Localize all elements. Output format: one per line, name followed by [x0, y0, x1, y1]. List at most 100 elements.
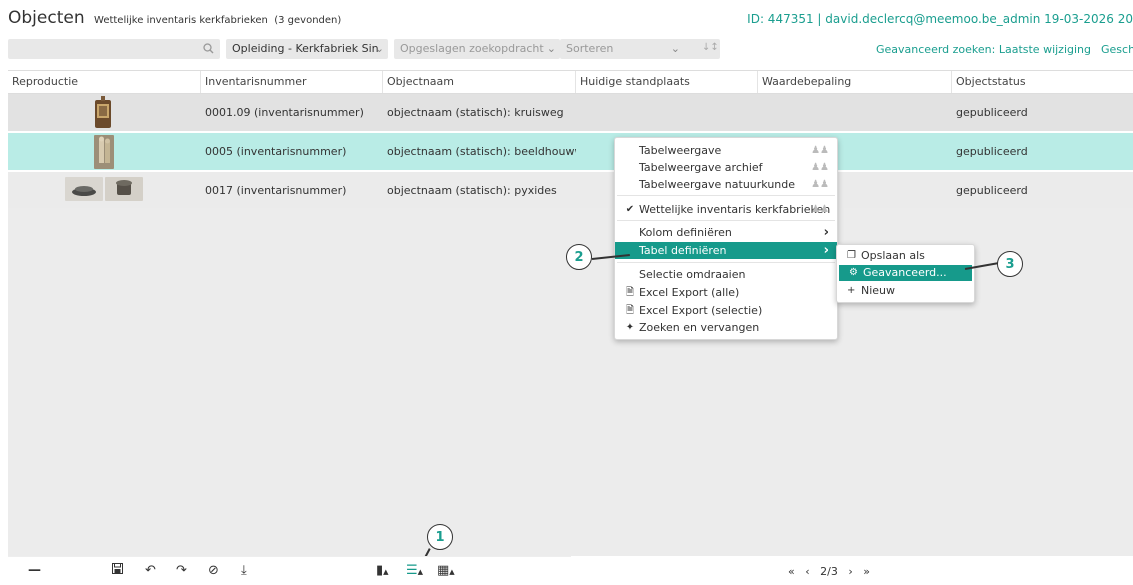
table-row[interactable]: 0017 (inventarisnummer) objectnaam (stat… — [8, 172, 1133, 208]
waardebepaling-cell — [758, 94, 952, 131]
gear-icon: ⚙ — [849, 267, 858, 278]
thumbnail-image[interactable] — [65, 177, 103, 201]
menu-item-label: Excel Export (selectie) — [639, 304, 763, 317]
saved-search-placeholder: Opgeslagen zoekopdracht — [400, 42, 544, 55]
objectnaam-cell: objectnaam (statisch): kruisweg — [387, 106, 564, 119]
users-icon: ♟♟ — [811, 162, 829, 173]
column-header-reproductie[interactable]: Reproductie — [8, 71, 201, 93]
menu-item-label: Wettelijke inventaris kerkfabrieken — [639, 203, 831, 216]
prev-page-icon[interactable]: ‹ — [805, 565, 809, 578]
result-count: (3 gevonden) — [274, 15, 342, 26]
sort-order-icon[interactable]: ↓↕ — [702, 42, 719, 53]
menu-item-label: Selectie omdraaien — [639, 268, 746, 281]
menu-item-kolom-definieren[interactable]: Kolom definiëren › — [615, 224, 837, 241]
column-header-standplaats[interactable]: Huidige standplaats — [576, 71, 758, 93]
column-header-inventarisnummer[interactable]: Inventarisnummer — [201, 71, 383, 93]
search-replace-icon: ✦ — [625, 322, 635, 333]
submenu-item-label: Nieuw — [861, 284, 896, 297]
menu-item-tabel-definieren[interactable]: Tabel definiëren › — [615, 242, 837, 259]
redo-icon[interactable]: ↷ — [176, 563, 187, 578]
user-info: ID: 447351 | david.declercq@meemoo.be_ad… — [747, 12, 1133, 26]
search-icon[interactable] — [203, 39, 214, 59]
menu-item-tabelweergave[interactable]: Tabelweergave ♟♟ — [615, 142, 837, 159]
chevron-down-icon: ⌄ — [546, 42, 556, 55]
submenu-item-geavanceerd[interactable]: ⚙ Geavanceerd... — [839, 265, 972, 281]
excel-file-icon: 🗎 — [625, 305, 635, 316]
save-icon[interactable] — [112, 563, 123, 578]
menu-divider — [617, 220, 835, 221]
submenu-tabel-definieren: ❐ Opslaan als ⚙ Geavanceerd... + Nieuw — [836, 244, 975, 303]
submenu-item-nieuw[interactable]: + Nieuw — [837, 283, 974, 299]
search-input[interactable] — [8, 39, 220, 59]
next-page-icon[interactable]: › — [848, 565, 852, 578]
menu-item-label: Tabelweergave — [639, 144, 722, 157]
download-icon[interactable]: ⤓ — [241, 563, 247, 578]
menu-divider — [617, 195, 835, 196]
document-view-icon[interactable]: ▮▲ — [376, 563, 389, 578]
thumbnail-image[interactable] — [105, 177, 143, 201]
menu-item-label: Tabelweergave archief — [639, 161, 763, 174]
submenu-item-opslaan-als[interactable]: ❐ Opslaan als — [837, 248, 974, 264]
copy-icon: ❐ — [847, 250, 856, 261]
pager: « ‹ 2/3 › » — [788, 565, 870, 578]
advanced-search-link[interactable]: Geavanceerd zoeken: Laatste wijziging — [876, 43, 1091, 56]
column-header-objectnaam[interactable]: Objectnaam — [383, 71, 576, 93]
minus-icon[interactable]: — — [28, 563, 41, 578]
objectnaam-cell: objectnaam (statisch): beeldhouwwerk — [387, 145, 576, 158]
page-title-text: Objecten — [8, 8, 85, 28]
submenu-item-label: Geavanceerd... — [863, 266, 947, 279]
last-page-icon[interactable]: » — [863, 565, 870, 578]
menu-item-label: Zoeken en vervangen — [639, 321, 760, 334]
column-header-objectstatus[interactable]: Objectstatus — [952, 71, 1133, 93]
standplaats-cell — [576, 94, 758, 131]
thumbnail-image[interactable] — [92, 96, 114, 130]
table-header: Reproductie Inventarisnummer Objectnaam … — [8, 70, 1133, 94]
page-title: Objecten Wettelijke inventaris kerkfabri… — [8, 8, 341, 28]
status-cell: gepubliceerd — [956, 145, 1028, 158]
advanced-links: Geavanceerd zoeken: Laatste wijziging Ges… — [876, 43, 1133, 56]
menu-divider — [617, 262, 835, 263]
table-row[interactable]: 0005 (inventarisnummer) objectnaam (stat… — [8, 133, 1133, 170]
first-page-icon[interactable]: « — [788, 565, 795, 578]
users-icon: ♟♟ — [811, 204, 829, 215]
chevron-right-icon: › — [823, 225, 829, 240]
sort-select[interactable]: Sorteren ⌄ — [560, 39, 720, 59]
view-name: Wettelijke inventaris kerkfabrieken — [94, 15, 268, 26]
column-header-waardebepaling[interactable]: Waardebepaling — [758, 71, 952, 93]
chevron-right-icon: › — [823, 243, 829, 258]
users-icon: ♟♟ — [811, 145, 829, 156]
reproductie-cell — [8, 172, 201, 208]
cancel-icon[interactable]: ⊘ — [208, 563, 219, 578]
menu-item-wettelijke-inventaris[interactable]: ✔ Wettelijke inventaris kerkfabrieken ♟♟ — [615, 201, 837, 218]
undo-icon[interactable]: ↶ — [145, 563, 156, 578]
reproductie-cell — [8, 133, 201, 170]
objectnaam-cell: objectnaam (statisch): pyxides — [387, 183, 557, 197]
menu-item-label: Tabel definiëren — [639, 244, 727, 257]
list-view-icon[interactable]: ☰▲ — [406, 563, 423, 578]
opleiding-select[interactable]: Opleiding - Kerkfabriek Sin ⌄ — [226, 39, 388, 59]
grid-view-icon[interactable]: ▦▲ — [437, 563, 455, 578]
menu-item-zoeken-vervangen[interactable]: ✦ Zoeken en vervangen — [615, 319, 837, 336]
menu-item-tabelweergave-archief[interactable]: Tabelweergave archief ♟♟ — [615, 159, 837, 176]
menu-item-excel-export-alle[interactable]: 🗎 Excel Export (alle) — [615, 284, 837, 301]
thumbnail-image[interactable] — [94, 135, 114, 169]
menu-item-tabelweergave-natuurkunde[interactable]: Tabelweergave natuurkunde ♟♟ — [615, 176, 837, 193]
page-subtitle: Wettelijke inventaris kerkfabrieken (3 g… — [94, 15, 341, 26]
chevron-down-icon: ⌄ — [374, 42, 384, 55]
plus-icon: + — [847, 285, 856, 296]
menu-item-label: Excel Export (alle) — [639, 286, 740, 299]
status-cell: gepubliceerd — [956, 106, 1028, 119]
submenu-item-label: Opslaan als — [861, 249, 925, 262]
sort-placeholder: Sorteren — [566, 42, 614, 55]
history-link[interactable]: Geschiede — [1101, 43, 1133, 56]
menu-item-label: Kolom definiëren — [639, 226, 732, 239]
menu-item-selectie-omdraaien[interactable]: Selectie omdraaien — [615, 266, 837, 283]
status-cell: gepubliceerd — [956, 183, 1028, 197]
excel-file-icon: 🗎 — [625, 287, 635, 298]
page-indicator: 2/3 — [820, 565, 838, 578]
table-row[interactable]: 0001.09 (inventarisnummer) objectnaam (s… — [8, 94, 1133, 131]
saved-search-select[interactable]: Opgeslagen zoekopdracht ⌄ — [394, 39, 560, 59]
chevron-down-icon: ⌄ — [670, 42, 680, 55]
menu-item-excel-export-selectie[interactable]: 🗎 Excel Export (selectie) — [615, 302, 837, 319]
annotation-callout-1: 1 — [427, 524, 453, 550]
